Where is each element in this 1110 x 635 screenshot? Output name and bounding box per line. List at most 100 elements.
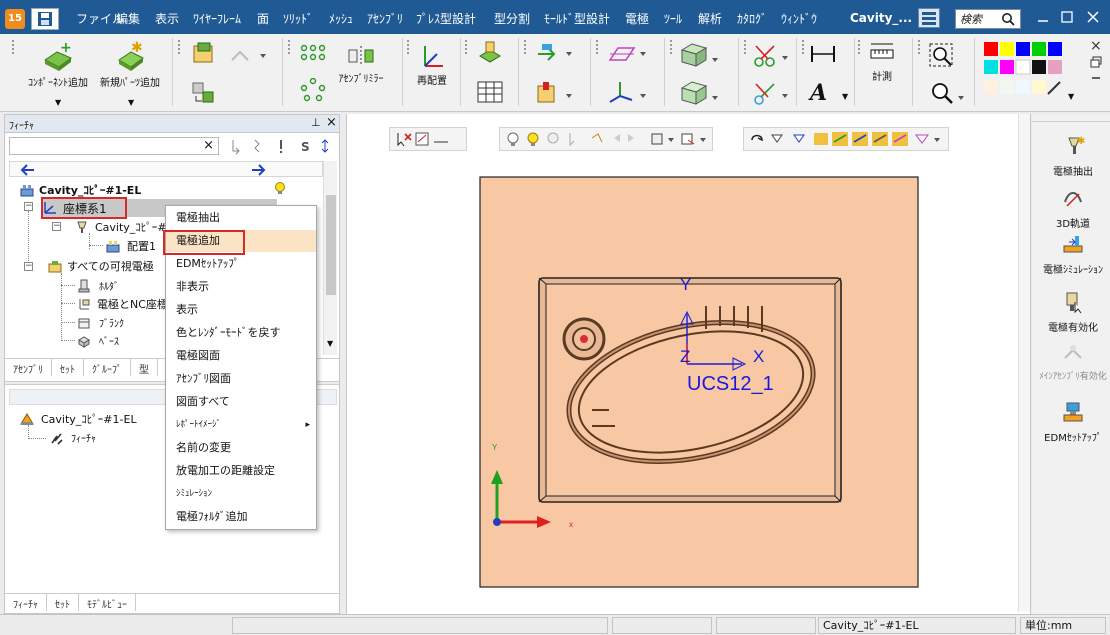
pin-icon[interactable]: ⊥ — [311, 116, 321, 129]
menu-item-9[interactable]: 型分割 — [494, 10, 530, 27]
context-menu-item[interactable]: 電極抽出 — [166, 207, 316, 229]
tree-item-all-visible[interactable]: すべての可視電極 — [47, 258, 154, 274]
context-menu-item[interactable]: ｱｾﾝﾌﾞﾘ図面 — [166, 368, 316, 390]
circular-pattern-button[interactable] — [300, 77, 328, 105]
cavity-part-view[interactable]: Y Z X UCS12_1 Y x — [347, 154, 1017, 614]
context-menu-item[interactable]: 電極図面 — [166, 345, 316, 367]
menu-item-13[interactable]: 解析 — [698, 10, 722, 27]
menu-item-1[interactable]: 編集 — [116, 10, 140, 27]
dropdown-arrow-icon[interactable]: ▼ — [1068, 92, 1074, 101]
close-button[interactable] — [1086, 10, 1100, 24]
context-menu-item[interactable]: 非表示 — [166, 276, 316, 298]
forward-arrow-icon[interactable] — [250, 163, 270, 177]
arrow-split-button[interactable] — [534, 42, 576, 69]
menu-item-10[interactable]: ﾓｰﾙﾄﾞ型設計 — [544, 10, 610, 27]
search-input[interactable]: 検索 — [955, 9, 1021, 29]
tree-item-holder[interactable]: ﾎﾙﾀﾞ — [77, 278, 119, 293]
solid-box-button[interactable] — [678, 40, 726, 71]
lower-tree-feature[interactable]: ﾌｨｰﾁｬ — [49, 430, 96, 445]
menu-item-5[interactable]: ｿﾘｯﾄﾞ — [283, 10, 313, 27]
menu-item-2[interactable]: 表示 — [155, 10, 179, 27]
assembly-mirror-button[interactable]: ｱｾﾝﾌﾞﾘﾐﾗｰ — [330, 44, 392, 85]
tree-item-blank[interactable]: ﾌﾞﾗﾝｸ — [77, 315, 124, 330]
feature-tab-1[interactable]: ｾｯﾄ — [52, 359, 84, 376]
viewport[interactable]: Y Z X UCS12_1 Y x — [346, 114, 1031, 614]
tree-root[interactable]: Cavity_ｺﾋﾟｰ#1-EL — [19, 182, 141, 198]
right-panel-button[interactable]: EDMｾｯﾄｱｯﾌﾟ — [1036, 400, 1110, 444]
viewport-scrollbar[interactable] — [1018, 114, 1030, 612]
dropdown-arrow-icon[interactable]: ▼ — [842, 92, 848, 101]
context-menu-item[interactable]: 色とﾚﾝﾀﾞｰﾓｰﾄﾞを戻す — [166, 322, 316, 344]
right-panel-button[interactable]: ✱ 電極抽出 — [1036, 134, 1110, 178]
feature-filter-input[interactable]: × — [9, 137, 219, 155]
maximize-button[interactable] — [1060, 10, 1074, 24]
clear-icon[interactable]: × — [203, 138, 214, 153]
assembly-swap-button[interactable] — [190, 80, 218, 109]
tree-item-placement[interactable]: 配置1 — [105, 238, 156, 254]
dimension-button[interactable] — [808, 42, 838, 69]
menu-item-8[interactable]: ﾌﾟﾚｽ型設計 — [416, 10, 476, 27]
context-menu-item[interactable]: ｼﾐｭﾚｰｼｮﾝ — [166, 483, 316, 505]
tree-item-electrode-nc[interactable]: 電極とNC座標 — [77, 296, 168, 312]
reposition-button[interactable]: 再配置 — [412, 42, 452, 87]
app-logo[interactable]: 15 — [5, 9, 25, 29]
menu-item-6[interactable]: ﾒｯｼｭ — [329, 10, 353, 27]
context-menu-item[interactable]: 図面すべて — [166, 391, 316, 413]
feature-tab-3[interactable]: 型 — [131, 359, 158, 376]
lower-tab-1[interactable]: ｾｯﾄ — [47, 594, 79, 611]
ribbon-minimize-icon[interactable] — [1090, 72, 1102, 87]
context-menu-item[interactable]: 表示 — [166, 299, 316, 321]
menu-item-12[interactable]: ﾂｰﾙ — [664, 10, 682, 27]
layer-button[interactable] — [476, 40, 504, 69]
minimize-button[interactable] — [1036, 10, 1050, 24]
plane-button[interactable] — [606, 42, 650, 69]
assembly-box-button[interactable] — [190, 40, 218, 69]
lower-tree-root[interactable]: Cavity_ｺﾋﾟｰ#1-EL — [19, 411, 137, 427]
menu-item-3[interactable]: ﾜｲﾔｰﾌﾚｰﾑ — [193, 10, 241, 27]
menu-item-11[interactable]: 電極 — [625, 10, 649, 27]
cut-paste-button[interactable] — [752, 80, 792, 109]
context-menu-item[interactable]: 電極ﾌｫﾙﾀﾞ追加 — [166, 506, 316, 528]
ribbon-close-icon[interactable]: × — [1090, 38, 1102, 54]
context-menu-item[interactable]: ﾚﾎﾟｰﾄｲﾒｰｼﾞ ▸ — [166, 414, 316, 436]
feature-tab-2[interactable]: ｸﾞﾙｰﾌﾟ — [84, 359, 131, 376]
new-part-add-button[interactable]: ✱ 新規ﾊﾟｰﾂ追加 — [94, 40, 166, 89]
insert-part-button[interactable] — [534, 80, 582, 109]
tree-scrollbar[interactable]: ▼ — [323, 161, 337, 355]
ribbon-restore-icon[interactable] — [1090, 56, 1102, 71]
context-menu-item[interactable]: EDMｾｯﾄｱｯﾌﾟ — [166, 253, 316, 275]
visibility-bulb-icon[interactable] — [273, 181, 287, 195]
text-button[interactable]: A — [810, 80, 827, 106]
axis-button[interactable] — [606, 80, 650, 109]
cut-button[interactable] — [752, 42, 792, 71]
save-button[interactable] — [31, 8, 59, 30]
menu-item-7[interactable]: ｱｾﾝﾌﾞﾘ — [367, 10, 403, 27]
tree-item-base[interactable]: ﾍﾞｰｽ — [77, 333, 119, 348]
dropdown-arrow-icon[interactable]: ▼ — [55, 98, 61, 107]
measure-button[interactable]: 計測 — [862, 42, 902, 83]
table-button[interactable] — [476, 80, 504, 107]
ucs-label: UCS12_1 — [687, 373, 774, 395]
lower-tab-2[interactable]: ﾓﾃﾞﾙﾋﾞｭｰ — [79, 594, 136, 611]
right-panel-button[interactable]: 3D軌道 — [1036, 186, 1110, 230]
layout-icon[interactable] — [918, 8, 940, 28]
right-panel-button[interactable]: 電極有効化 — [1036, 290, 1110, 334]
context-menu-item[interactable]: 放電加工の距離設定 — [166, 460, 316, 482]
panel-close-icon[interactable]: × — [326, 115, 337, 130]
zoom-window-button[interactable] — [928, 42, 956, 71]
feature-tab-0[interactable]: ｱｾﾝﾌﾞﾘ — [5, 359, 52, 376]
solid-shell-button[interactable] — [678, 78, 726, 109]
menu-item-4[interactable]: 面 — [257, 10, 269, 27]
pattern-button[interactable] — [300, 44, 328, 69]
back-arrow-icon[interactable] — [20, 163, 40, 177]
dropdown-arrow-icon[interactable]: ▼ — [128, 98, 134, 107]
placement-icon — [106, 241, 120, 253]
menu-item-14[interactable]: ｶﾀﾛｸﾞ — [737, 10, 767, 27]
lower-tab-0[interactable]: ﾌｨｰﾁｬ — [5, 594, 47, 611]
right-panel-button[interactable]: 電極ｼﾐｭﾚｰｼｮﾝ — [1036, 232, 1110, 276]
zoom-button[interactable] — [928, 80, 968, 109]
menu-item-15[interactable]: ｳｨﾝﾄﾞｳ — [781, 10, 817, 27]
color-palette[interactable] — [982, 40, 1070, 106]
context-menu-item[interactable]: 名前の変更 — [166, 437, 316, 459]
component-add-button[interactable]: + ｺﾝﾎﾟｰﾈﾝﾄ追加 — [22, 40, 94, 89]
